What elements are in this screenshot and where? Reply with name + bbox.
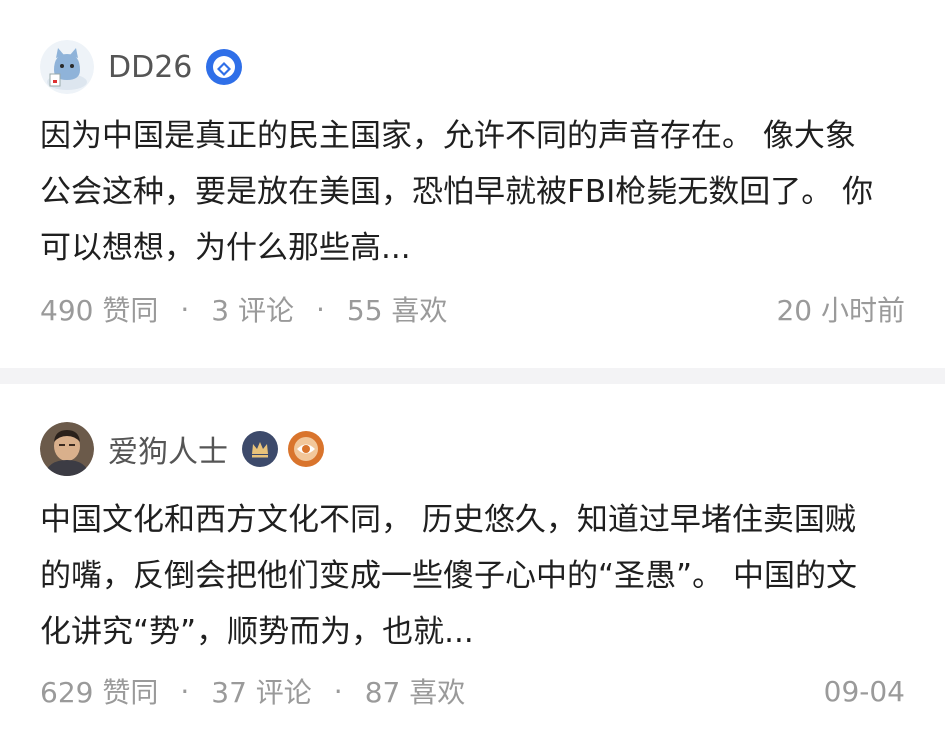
- post-time: 09-04: [823, 674, 905, 708]
- author-row[interactable]: 爱狗人士: [40, 422, 324, 476]
- likes-count: 490 赞同: [40, 294, 159, 327]
- post-card[interactable]: DD26 因为中国是真正的民主国家，允许不同的声音存在。 像大象公会这种，要是放…: [0, 0, 945, 368]
- post-content[interactable]: 因为中国是真正的民主国家，允许不同的声音存在。 像大象公会这种，要是放在美国，恐…: [40, 108, 880, 276]
- favs-count: 87 喜欢: [364, 676, 466, 709]
- eye-badge-icon[interactable]: [288, 431, 324, 467]
- post-card[interactable]: 爱狗人士 中国文化和西方文化不同， 历史悠久，知道过早堵住卖国贼的嘴，反倒会把他…: [0, 384, 945, 756]
- likes-count: 629 赞同: [40, 676, 159, 709]
- post-meta: 490 赞同 · 3 评论 · 55 喜欢 20 小时前: [40, 289, 905, 329]
- username[interactable]: DD26: [108, 50, 192, 85]
- post-time: 20 小时前: [776, 294, 905, 327]
- meta-separator: ·: [315, 292, 325, 326]
- post-content[interactable]: 中国文化和西方文化不同， 历史悠久，知道过早堵住卖国贼的嘴，反倒会把他们变成一些…: [40, 492, 880, 660]
- man-avatar-icon[interactable]: [40, 422, 94, 476]
- username[interactable]: 爱狗人士: [108, 427, 228, 471]
- comments-count: 3 评论: [211, 294, 294, 327]
- meta-separator: ·: [180, 292, 190, 326]
- cat-avatar-icon[interactable]: [40, 40, 94, 94]
- meta-separator: ·: [333, 674, 343, 708]
- post-meta: 629 赞同 · 37 评论 · 87 喜欢 09-04: [40, 671, 905, 711]
- card-separator: [0, 368, 945, 384]
- favs-count: 55 喜欢: [346, 294, 448, 327]
- author-row[interactable]: DD26: [40, 40, 243, 94]
- blue-verified-badge-icon[interactable]: [206, 49, 243, 85]
- crown-badge-icon[interactable]: [242, 431, 278, 467]
- comments-count: 37 评论: [211, 676, 312, 709]
- meta-separator: ·: [180, 674, 190, 708]
